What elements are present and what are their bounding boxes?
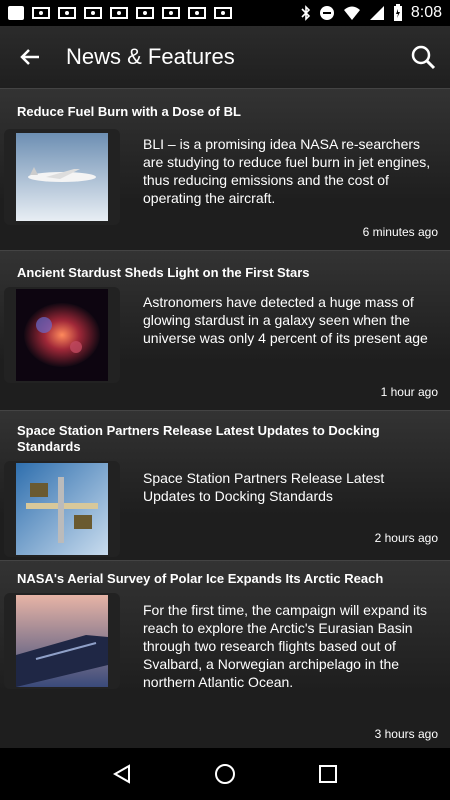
list-item[interactable]: NASA's Aerial Survey of Polar Ice Expand… <box>0 560 450 748</box>
aircraft-wing-thumbnail <box>4 593 120 689</box>
mail-icon <box>188 7 206 19</box>
notification-icon <box>8 6 24 20</box>
back-arrow-icon <box>20 49 39 65</box>
mail-icon <box>110 7 128 19</box>
mail-icon <box>214 7 232 19</box>
article-headline: Space Station Partners Release Latest Up… <box>17 423 380 454</box>
article-headline: NASA's Aerial Survey of Polar Ice Expand… <box>17 571 384 586</box>
nav-home-button[interactable] <box>212 761 238 787</box>
article-time: 6 minutes ago <box>362 225 438 239</box>
article-headline: Ancient Stardust Sheds Light on the Firs… <box>17 265 310 280</box>
bluetooth-icon <box>301 5 310 21</box>
status-time: 8:08 <box>410 4 442 21</box>
list-item[interactable]: Reduce Fuel Burn with a Dose of BL BLI –… <box>0 88 450 250</box>
battery-icon <box>393 4 402 21</box>
article-time: 2 hours ago <box>374 531 438 545</box>
mail-icon <box>32 7 50 19</box>
article-time: 3 hours ago <box>374 727 438 741</box>
article-summary: BLI – is a promising idea NASA re-search… <box>143 136 431 206</box>
app-toolbar: News & Features <box>0 26 450 88</box>
mail-icon <box>58 7 76 19</box>
nebula-thumbnail <box>4 287 120 383</box>
signal-icon <box>369 6 384 20</box>
wifi-icon <box>343 6 360 20</box>
back-button[interactable] <box>18 46 42 68</box>
mail-icon <box>84 7 102 19</box>
news-feed[interactable]: Reduce Fuel Burn with a Dose of BL BLI –… <box>0 88 450 748</box>
nav-recents-button[interactable] <box>315 761 341 787</box>
article-time: 1 hour ago <box>380 385 438 399</box>
search-button[interactable] <box>408 43 438 71</box>
mail-icon <box>162 7 180 19</box>
article-headline: Reduce Fuel Burn with a Dose of BL <box>17 104 241 119</box>
aircraft-thumbnail <box>4 129 120 225</box>
article-summary: For the first time, the campaign will ex… <box>143 602 428 690</box>
list-item[interactable]: Space Station Partners Release Latest Up… <box>0 410 450 560</box>
search-icon <box>411 45 436 70</box>
status-bar: 8:08 <box>0 0 450 26</box>
nav-home-icon <box>214 764 235 784</box>
article-summary: Space Station Partners Release Latest Up… <box>143 470 385 504</box>
space-station-thumbnail <box>4 461 120 557</box>
list-item[interactable]: Ancient Stardust Sheds Light on the Firs… <box>0 250 450 410</box>
page-title: News & Features <box>66 44 235 69</box>
nav-recents-icon <box>319 765 338 783</box>
mail-icon <box>136 7 154 19</box>
minus-icon <box>319 6 334 20</box>
nav-back-icon <box>112 764 130 784</box>
system-nav-bar <box>0 748 450 800</box>
nav-back-button[interactable] <box>109 761 135 787</box>
article-summary: Astronomers have detected a huge mass of… <box>143 294 428 346</box>
